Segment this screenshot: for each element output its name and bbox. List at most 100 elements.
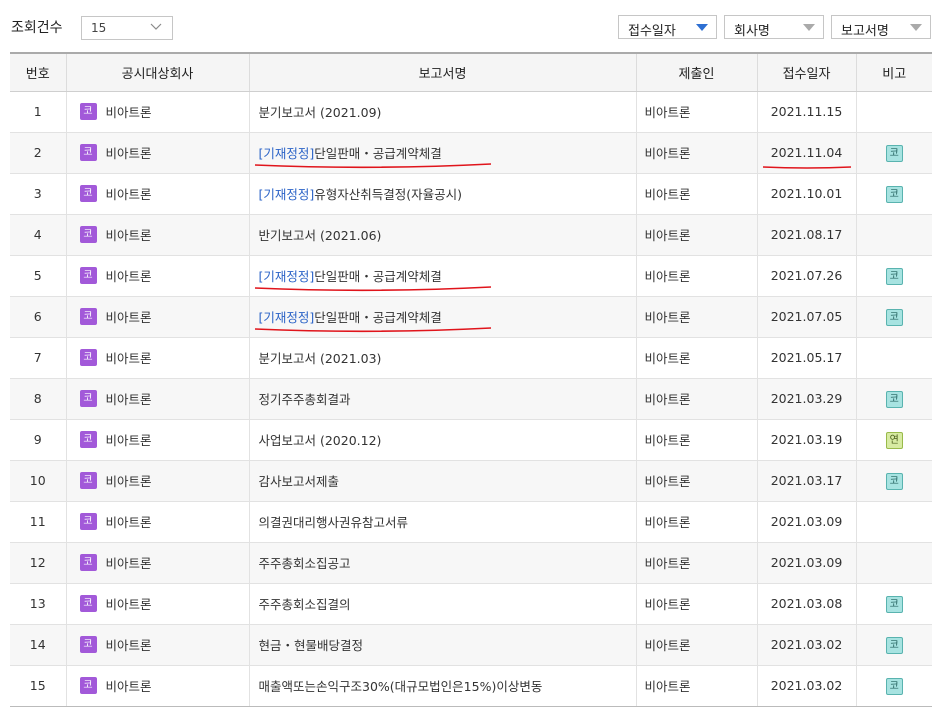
remark-badge: 코 <box>885 636 903 654</box>
report-link[interactable]: 반기보고서 (2021.06) <box>259 228 382 243</box>
company-link[interactable]: 비아트론 <box>106 351 152 366</box>
table-row[interactable]: 6 코 비아트론 [기재정정]단일판매・공급계약체결 비아트론 2021.07.05 코 <box>10 296 932 338</box>
remark-cell: 코 <box>856 132 932 174</box>
company-link[interactable]: 비아트론 <box>106 515 152 530</box>
remark-cell: 코 <box>856 460 932 502</box>
table-row[interactable]: 3 코 비아트론 [기재정정]유형자산취득결정(자율공시) 비아트론 2021.10.01… <box>10 173 932 215</box>
report-link[interactable]: 현금・현물배당결정 <box>259 638 364 653</box>
report-cell: 정기주주총회결과 <box>249 378 637 420</box>
result-count-select[interactable]: 15 <box>81 16 173 40</box>
correction-tag[interactable]: [기재정정] <box>259 146 315 161</box>
report-link[interactable]: 매출액또는손익구조30%(대규모법인은15%)이상변동 <box>259 679 543 694</box>
table-row[interactable]: 8 코 비아트론 정기주주총회결과 비아트론 2021.03.29 코 <box>10 378 932 420</box>
company-cell: 코 비아트론 <box>66 460 250 502</box>
report-link[interactable]: 분기보고서 (2021.09) <box>259 105 382 120</box>
sort-by-report-button[interactable]: 보고서명 <box>831 15 931 39</box>
submitter-cell: 비아트론 <box>636 91 758 133</box>
table-row[interactable]: 10 코 비아트론 감사보고서제출 비아트론 2021.03.17 코 <box>10 460 932 502</box>
correction-tag[interactable]: [기재정정] <box>259 269 315 284</box>
sort-down-icon <box>696 24 708 31</box>
report-cell: 분기보고서 (2021.03) <box>249 337 637 379</box>
table-row[interactable]: 9 코 비아트론 사업보고서 (2020.12) 비아트론 2021.03.19 연 <box>10 419 932 461</box>
report-link[interactable]: 분기보고서 (2021.03) <box>259 351 382 366</box>
table-row[interactable]: 11 코 비아트론 의결권대리행사권유참고서류 비아트론 2021.03.09 <box>10 501 932 543</box>
report-link[interactable]: 주주총회소집공고 <box>259 556 351 571</box>
company-link[interactable]: 비아트론 <box>106 433 152 448</box>
table-row[interactable]: 1 코 비아트론 분기보고서 (2021.09) 비아트론 2021.11.15 <box>10 91 932 133</box>
company-link[interactable]: 비아트론 <box>106 105 152 120</box>
report-link[interactable]: 주주총회소집결의 <box>259 597 351 612</box>
company-link[interactable]: 비아트론 <box>106 310 152 325</box>
company-link[interactable]: 비아트론 <box>106 228 152 243</box>
column-header-number: 번호 <box>10 52 67 92</box>
sort-by-company-button[interactable]: 회사명 <box>724 15 824 39</box>
column-header-date: 접수일자 <box>757 52 857 92</box>
report-link[interactable]: 감사보고서제출 <box>259 474 340 489</box>
report-link[interactable]: 유형자산취득결정(자율공시) <box>314 187 462 202</box>
company-link[interactable]: 비아트론 <box>106 392 152 407</box>
company-cell: 코 비아트론 <box>66 173 250 215</box>
submitter-cell: 비아트론 <box>636 255 758 297</box>
remark-cell: 코 <box>856 665 932 707</box>
table-header: 번호 공시대상회사 보고서명 제출인 접수일자 비고 <box>10 52 932 92</box>
report-link[interactable]: 단일판매・공급계약체결 <box>314 269 442 284</box>
row-number: 1 <box>10 91 67 133</box>
company-cell: 코 비아트론 <box>66 624 250 666</box>
receipt-date: 2021.08.17 <box>770 227 843 242</box>
company-link[interactable]: 비아트론 <box>106 597 152 612</box>
date-cell: 2021.03.09 <box>757 501 857 543</box>
market-badge: 코 <box>79 226 97 243</box>
report-link[interactable]: 사업보고서 (2020.12) <box>259 433 382 448</box>
company-cell: 코 비아트론 <box>66 255 250 297</box>
table-row[interactable]: 2 코 비아트론 [기재정정]단일판매・공급계약체결 비아트론 2021.11.04 코 <box>10 132 932 174</box>
annotation-underline <box>762 165 851 169</box>
table-row[interactable]: 5 코 비아트론 [기재정정]단일판매・공급계약체결 비아트론 2021.07.26 코 <box>10 255 932 297</box>
company-link[interactable]: 비아트론 <box>106 679 152 694</box>
sort-by-date-label: 접수일자 <box>628 24 676 39</box>
report-link[interactable]: 단일판매・공급계약체결 <box>314 146 442 161</box>
date-cell: 2021.08.17 <box>757 214 857 256</box>
company-link[interactable]: 비아트론 <box>106 638 152 653</box>
submitter-cell: 비아트론 <box>636 214 758 256</box>
annotation-underline <box>254 285 491 291</box>
row-number: 10 <box>10 460 67 502</box>
table-row[interactable]: 13 코 비아트론 주주총회소집결의 비아트론 2021.03.08 코 <box>10 583 932 625</box>
remark-cell: 코 <box>856 624 932 666</box>
remark-cell <box>856 214 932 256</box>
correction-tag[interactable]: [기재정정] <box>259 310 315 325</box>
sort-by-date-button[interactable]: 접수일자 <box>618 15 717 39</box>
report-cell: 사업보고서 (2020.12) <box>249 419 637 461</box>
report-link[interactable]: 의결권대리행사권유참고서류 <box>259 515 409 530</box>
report-cell: 매출액또는손익구조30%(대규모법인은15%)이상변동 <box>249 665 637 707</box>
company-link[interactable]: 비아트론 <box>106 146 152 161</box>
remark-cell: 연 <box>856 419 932 461</box>
company-link[interactable]: 비아트론 <box>106 556 152 571</box>
company-link[interactable]: 비아트론 <box>106 474 152 489</box>
table-row[interactable]: 14 코 비아트론 현금・현물배당결정 비아트론 2021.03.02 코 <box>10 624 932 666</box>
report-cell: 반기보고서 (2021.06) <box>249 214 637 256</box>
table-row[interactable]: 7 코 비아트론 분기보고서 (2021.03) 비아트론 2021.05.17 <box>10 337 932 379</box>
row-number: 8 <box>10 378 67 420</box>
receipt-date: 2021.11.15 <box>770 104 843 119</box>
remark-cell <box>856 501 932 543</box>
table-row[interactable]: 4 코 비아트론 반기보고서 (2021.06) 비아트론 2021.08.17 <box>10 214 932 256</box>
company-link[interactable]: 비아트론 <box>106 187 152 202</box>
submitter-cell: 비아트론 <box>636 665 758 707</box>
report-cell: [기재정정]단일판매・공급계약체결 <box>249 255 637 297</box>
company-cell: 코 비아트론 <box>66 378 250 420</box>
table-row[interactable]: 15 코 비아트론 매출액또는손익구조30%(대규모법인은15%)이상변동 비아트론 20… <box>10 665 932 707</box>
sort-down-icon <box>910 24 922 31</box>
receipt-date: 2021.11.04 <box>770 145 843 160</box>
row-number: 12 <box>10 542 67 584</box>
report-link[interactable]: 단일판매・공급계약체결 <box>314 310 442 325</box>
correction-tag[interactable]: [기재정정] <box>259 187 315 202</box>
submitter-cell: 비아트론 <box>636 460 758 502</box>
company-cell: 코 비아트론 <box>66 296 250 338</box>
table-row[interactable]: 12 코 비아트론 주주총회소집공고 비아트론 2021.03.09 <box>10 542 932 584</box>
row-number: 3 <box>10 173 67 215</box>
receipt-date: 2021.03.29 <box>770 391 843 406</box>
date-cell: 2021.07.26 <box>757 255 857 297</box>
company-link[interactable]: 비아트론 <box>106 269 152 284</box>
report-link[interactable]: 정기주주총회결과 <box>259 392 351 407</box>
column-header-remark: 비고 <box>856 52 932 92</box>
